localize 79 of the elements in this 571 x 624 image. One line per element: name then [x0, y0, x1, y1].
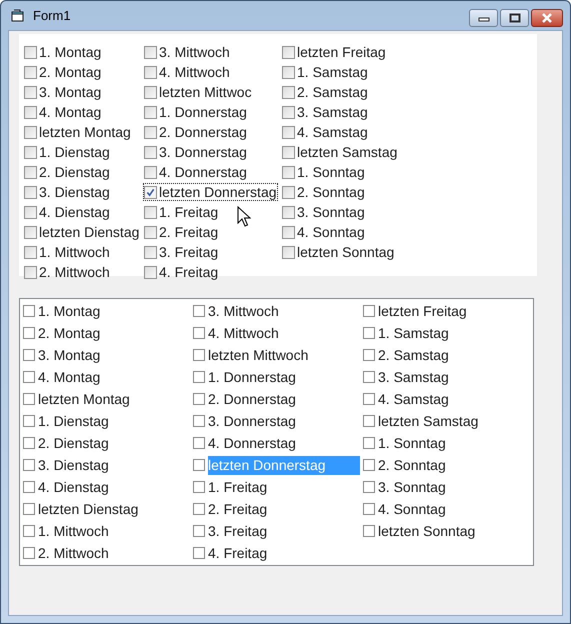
- list-item[interactable]: letzten Montag: [23, 388, 193, 410]
- checkbox[interactable]: 2. Sonntag: [281, 183, 366, 201]
- checkbox[interactable]: 1. Mittwoch: [23, 243, 111, 261]
- checkbox[interactable]: 2. Freitag: [143, 223, 220, 241]
- checkbox[interactable]: 2. Dienstag: [23, 163, 111, 181]
- list-item[interactable]: 4. Samstag: [363, 388, 523, 410]
- mouse-pointer-icon: [237, 206, 251, 228]
- list-item[interactable]: 4. Donnerstag: [193, 432, 363, 454]
- list-item[interactable]: 2. Donnerstag: [193, 388, 363, 410]
- list-item[interactable]: 2. Sonntag: [363, 454, 523, 476]
- list-item[interactable]: 2. Montag: [23, 322, 193, 344]
- list-item[interactable]: letzten Samstag: [363, 410, 523, 432]
- checkbox[interactable]: 3. Sonntag: [281, 203, 366, 221]
- checkbox[interactable]: 1. Samstag: [281, 63, 369, 81]
- list-item[interactable]: letzten Mittwoch: [193, 344, 363, 366]
- checkbox[interactable]: 2. Mittwoch: [23, 263, 111, 281]
- list-item[interactable]: 2. Mittwoch: [23, 542, 193, 564]
- list-item[interactable]: 3. Dienstag: [23, 454, 193, 476]
- list-item[interactable]: 1. Samstag: [363, 322, 523, 344]
- checkbox[interactable]: letzten Mittwoc: [143, 83, 253, 101]
- checkbox[interactable]: 1. Montag: [23, 43, 102, 61]
- checkbox[interactable]: 4. Sonntag: [281, 223, 366, 241]
- checkbox[interactable]: letzten Sonntag: [281, 243, 396, 261]
- list-item[interactable]: 2. Dienstag: [23, 432, 193, 454]
- list-item[interactable]: 3. Samstag: [363, 366, 523, 388]
- checkbox[interactable]: 3. Samstag: [281, 103, 369, 121]
- list-item[interactable]: letzten Sonntag: [363, 520, 523, 542]
- checkbox[interactable]: 4. Samstag: [281, 123, 369, 141]
- checkbox[interactable]: 2. Montag: [23, 63, 102, 81]
- list-item[interactable]: 3. Mittwoch: [193, 300, 363, 322]
- checkbox[interactable]: letzten Freitag: [281, 43, 387, 61]
- window-title: Form1: [33, 8, 72, 23]
- checkbox[interactable]: 2. Donnerstag: [143, 123, 248, 141]
- list-item[interactable]: 4. Dienstag: [23, 476, 193, 498]
- checkbox[interactable]: 1. Freitag: [143, 203, 220, 221]
- checkbox[interactable]: 2. Samstag: [281, 83, 369, 101]
- checkbox[interactable]: 1. Dienstag: [23, 143, 111, 161]
- checked-list-box[interactable]: [19, 298, 534, 566]
- checkbox[interactable]: 4. Dienstag: [23, 203, 111, 221]
- checkbox[interactable]: letzten Dienstag: [23, 223, 140, 241]
- close-icon: [541, 13, 553, 23]
- list-item[interactable]: 1. Donnerstag: [193, 366, 363, 388]
- list-item[interactable]: 4. Sonntag: [363, 498, 523, 520]
- list-item[interactable]: 1. Montag: [23, 300, 193, 322]
- checkbox[interactable]: letzten Samstag: [281, 143, 398, 161]
- checkbox[interactable]: 3. Mittwoch: [143, 43, 231, 61]
- list-item[interactable]: 1. Sonntag: [363, 432, 523, 454]
- list-item[interactable]: 1. Freitag: [193, 476, 363, 498]
- checkbox[interactable]: 3. Freitag: [143, 243, 220, 261]
- checkbox[interactable]: 4. Mittwoch: [143, 63, 231, 81]
- checkbox[interactable]: 1. Donnerstag: [143, 103, 248, 121]
- checkbox[interactable]: 4. Freitag: [143, 263, 220, 281]
- checkbox[interactable]: letzten Montag: [23, 123, 132, 141]
- list-item[interactable]: 3. Freitag: [193, 520, 363, 542]
- list-item[interactable]: letzten Dienstag: [23, 498, 193, 520]
- form-icon: [11, 8, 25, 22]
- checkbox[interactable]: 3. Dienstag: [23, 183, 111, 201]
- list-item[interactable]: 1. Dienstag: [23, 410, 193, 432]
- minimize-button[interactable]: [469, 9, 498, 27]
- maximize-button[interactable]: [500, 9, 529, 27]
- checkbox[interactable]: 1. Sonntag: [281, 163, 366, 181]
- checkbox[interactable]: 4. Donnerstag: [143, 163, 248, 181]
- list-item[interactable]: 2. Freitag: [193, 498, 363, 520]
- list-item[interactable]: 4. Montag: [23, 366, 193, 388]
- list-item[interactable]: 3. Donnerstag: [193, 410, 363, 432]
- list-item[interactable]: 2. Samstag: [363, 344, 523, 366]
- list-item[interactable]: 3. Sonntag: [363, 476, 523, 498]
- list-item[interactable]: letzten Freitag: [363, 300, 523, 322]
- checkbox[interactable]: 3. Montag: [23, 83, 102, 101]
- list-item[interactable]: 4. Mittwoch: [193, 322, 363, 344]
- close-button[interactable]: [531, 9, 563, 27]
- checkbox[interactable]: 4. Montag: [23, 103, 102, 121]
- list-item[interactable]: 4. Freitag: [193, 542, 363, 564]
- checkbox[interactable]: letzten Donnerstag: [143, 183, 278, 201]
- checkbox[interactable]: 3. Donnerstag: [143, 143, 248, 161]
- list-item[interactable]: 3. Montag: [23, 344, 193, 366]
- list-item[interactable]: 1. Mittwoch: [23, 520, 193, 542]
- maximize-icon: [508, 13, 520, 23]
- checkmark-icon: [146, 188, 155, 196]
